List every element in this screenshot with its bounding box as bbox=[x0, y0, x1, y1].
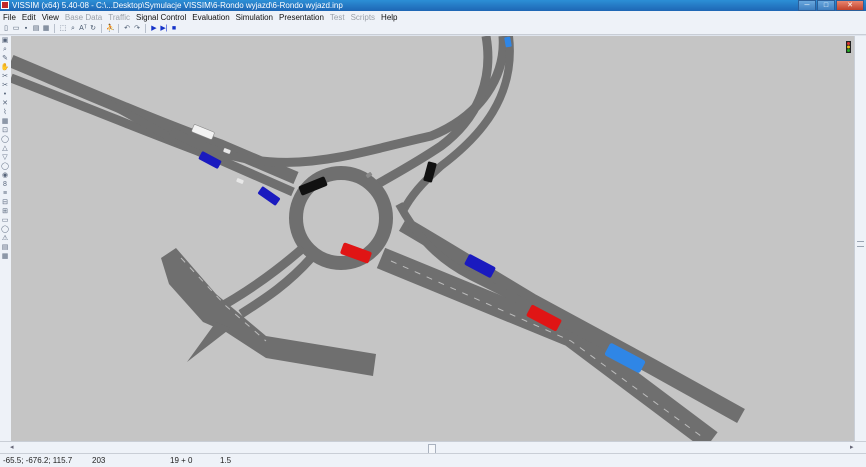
signal-controller-icon[interactable] bbox=[846, 41, 851, 53]
close-button[interactable]: ✕ bbox=[836, 0, 864, 11]
edit-tool-icon[interactable]: ✎ bbox=[0, 54, 10, 63]
menu-presentation[interactable]: Presentation bbox=[276, 13, 327, 22]
redo-icon[interactable]: ↷ bbox=[133, 25, 141, 33]
play-icon[interactable]: ▶ bbox=[150, 25, 158, 33]
split-tool-icon[interactable]: ✂ bbox=[0, 81, 10, 90]
transit-line-icon[interactable]: ▭ bbox=[0, 216, 10, 225]
menu-signal-control[interactable]: Signal Control bbox=[133, 13, 189, 22]
road-southeast-b[interactable] bbox=[398, 217, 745, 423]
toolbar-separator bbox=[118, 24, 119, 33]
minimize-button[interactable]: ─ bbox=[798, 0, 816, 11]
print-preview-icon[interactable]: ▤ bbox=[32, 25, 40, 33]
status-vehicle-count: 19 + 0 bbox=[170, 456, 193, 465]
menu-traffic[interactable]: Traffic bbox=[105, 13, 133, 22]
toolbar-separator bbox=[54, 24, 55, 33]
zoom-tool-icon[interactable]: ⌕ bbox=[0, 45, 10, 54]
new-file-icon[interactable]: ▯ bbox=[2, 25, 10, 33]
link-tool-icon[interactable]: ⌇ bbox=[0, 108, 10, 117]
pedestrian-icon[interactable]: ⛹ bbox=[106, 25, 115, 33]
road-southeast-a[interactable] bbox=[376, 247, 718, 441]
signal-head-icon[interactable]: ◉ bbox=[0, 171, 10, 180]
cut-tool-icon[interactable]: ✂ bbox=[0, 72, 10, 81]
status-sim-time: 203 bbox=[92, 456, 106, 465]
open-file-icon[interactable]: ▭ bbox=[12, 25, 20, 33]
menu-help[interactable]: Help bbox=[378, 13, 400, 22]
text-size-icon[interactable]: Aᵀ bbox=[79, 25, 87, 33]
maximize-button[interactable]: □ bbox=[817, 0, 835, 11]
status-coordinates: -65.5; -676.2; 115.7 bbox=[3, 456, 73, 465]
connector-tool-icon[interactable]: ⊡ bbox=[0, 126, 10, 135]
app-icon[interactable] bbox=[1, 1, 9, 9]
transit-stop-icon[interactable]: ⊞ bbox=[0, 207, 10, 216]
network-canvas[interactable] bbox=[11, 36, 855, 441]
scroll-grip[interactable] bbox=[857, 241, 864, 247]
status-speed: 1.5 bbox=[220, 456, 232, 465]
status-bar: -65.5; -676.2; 115.7 203 19 + 0 1.5 bbox=[0, 453, 866, 467]
road-west-approach-2[interactable] bbox=[11, 73, 295, 197]
menu-test[interactable]: Test bbox=[327, 13, 348, 22]
step-icon[interactable]: ▶| bbox=[160, 25, 168, 33]
undo-icon[interactable]: ↶ bbox=[123, 25, 131, 33]
network-view[interactable] bbox=[11, 36, 855, 441]
menu-edit[interactable]: Edit bbox=[19, 13, 39, 22]
delete-tool-icon[interactable]: ✕ bbox=[0, 99, 10, 108]
node-icon[interactable]: ◯ bbox=[0, 225, 10, 234]
menu-view[interactable]: View bbox=[39, 13, 62, 22]
print-icon[interactable]: ▦ bbox=[42, 25, 50, 33]
scroll-left-icon[interactable]: ◂ bbox=[10, 443, 14, 451]
routes-icon[interactable]: ≡ bbox=[0, 189, 10, 198]
save-icon[interactable]: ▪ bbox=[22, 25, 30, 33]
menu-evaluation[interactable]: Evaluation bbox=[189, 13, 232, 22]
scroll-right-icon[interactable]: ▸ bbox=[850, 443, 854, 451]
menu-base-data[interactable]: Base Data bbox=[62, 13, 105, 22]
menu-file[interactable]: File bbox=[0, 13, 19, 22]
queue-counter-icon[interactable]: ▦ bbox=[0, 252, 10, 261]
parking-icon[interactable]: ⊟ bbox=[0, 198, 10, 207]
zoom-icon[interactable]: ⌕ bbox=[69, 25, 77, 33]
links-tool-icon[interactable]: ▦ bbox=[0, 117, 10, 126]
network-tool-icon[interactable]: ▣ bbox=[0, 36, 10, 45]
toolbar: ▯ ▭ ▪ ▤ ▦ ⬚ ⌕ Aᵀ ↻ ⛹ ↶ ↷ ▶ ▶| ■ bbox=[0, 23, 866, 35]
menu-bar: File Edit View Base Data Traffic Signal … bbox=[0, 11, 866, 23]
pan-tool-icon[interactable]: ✋ bbox=[0, 63, 10, 72]
vertical-scrollbar[interactable] bbox=[854, 36, 866, 441]
rotate-icon[interactable]: ↻ bbox=[89, 25, 97, 33]
menu-simulation[interactable]: Simulation bbox=[233, 13, 276, 22]
menu-scripts[interactable]: Scripts bbox=[348, 13, 378, 22]
point-tool-icon[interactable]: • bbox=[0, 90, 10, 99]
stop-icon[interactable]: ■ bbox=[170, 25, 178, 33]
toolbar-separator bbox=[145, 24, 146, 33]
parking-access-spur[interactable] bbox=[187, 322, 231, 362]
detector-icon[interactable]: 8 bbox=[0, 180, 10, 189]
vehicle-input-icon[interactable]: ◯ bbox=[0, 135, 10, 144]
stop-sign-icon[interactable]: ▽ bbox=[0, 153, 10, 162]
window-title: VISSIM (x64) 5.40-08 - C:\...Desktop\Sym… bbox=[12, 1, 343, 10]
title-bar: VISSIM (x64) 5.40-08 - C:\...Desktop\Sym… bbox=[0, 0, 866, 11]
toolbar-separator bbox=[101, 24, 102, 33]
conflict-area-icon[interactable]: ◯ bbox=[0, 162, 10, 171]
data-collection-icon[interactable]: ▤ bbox=[0, 243, 10, 252]
select-icon[interactable]: ⬚ bbox=[59, 25, 67, 33]
priority-rule-icon[interactable]: △ bbox=[0, 144, 10, 153]
vehicle-white-car-2[interactable] bbox=[236, 178, 244, 184]
warning-icon[interactable]: ⚠ bbox=[0, 234, 10, 243]
